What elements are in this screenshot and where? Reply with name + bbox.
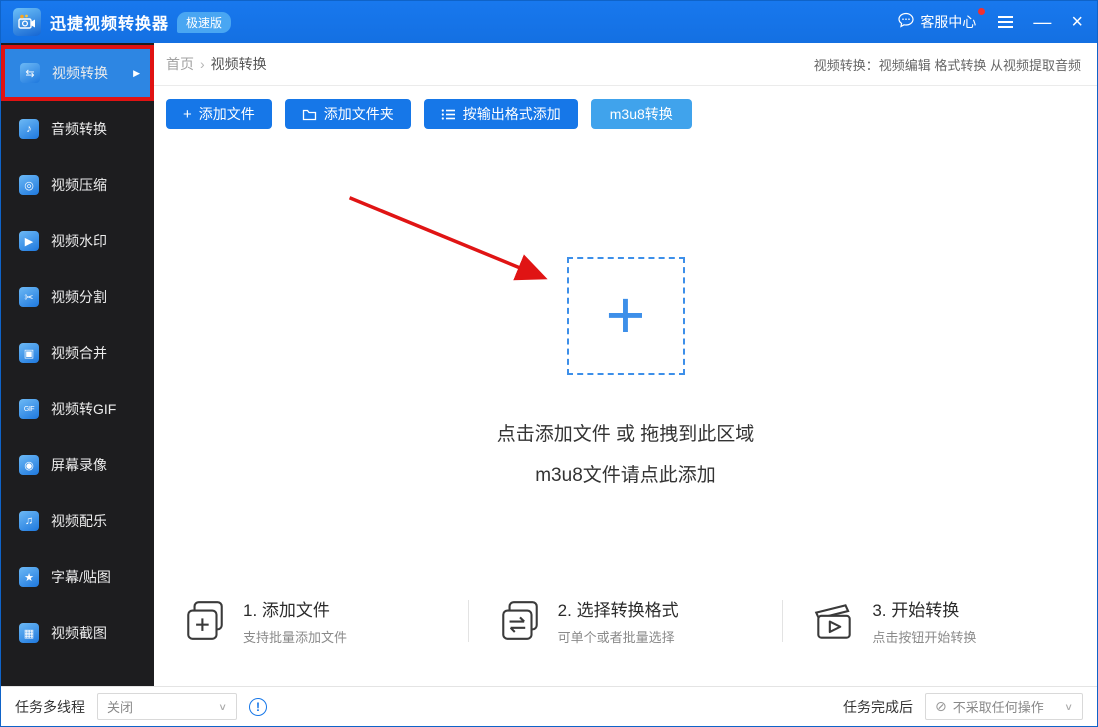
sidebar-item-label: 屏幕录像 — [51, 455, 107, 475]
step-start-convert: 3. 开始转换 点击按钮开始转换 — [783, 596, 1097, 646]
sidebar-item-label: 视频分割 — [51, 287, 107, 307]
after-task-select[interactable]: ⊘ 不采取任何操作 ∨ — [925, 693, 1083, 720]
titlebar: 迅捷视频转换器 极速版 客服中心 — × — [1, 1, 1097, 43]
step-desc: 支持批量添加文件 — [243, 627, 347, 646]
start-convert-step-icon — [811, 598, 857, 644]
dropzone-plus-icon: + — [606, 285, 646, 346]
add-by-format-button[interactable]: 按输出格式添加 — [424, 99, 578, 129]
app-title: 迅捷视频转换器 — [50, 10, 169, 34]
app-logo-icon — [13, 8, 41, 36]
add-file-step-icon — [182, 598, 228, 644]
sidebar-item-video-to-gif[interactable]: GIF 视频转GIF — [1, 381, 154, 437]
sidebar-item-label: 视频转GIF — [51, 399, 116, 419]
sidebar-item-label: 音频转换 — [51, 119, 107, 139]
chevron-down-icon: ∨ — [218, 701, 227, 712]
edition-badge: 极速版 — [177, 12, 231, 33]
step-title: 2. 选择转换格式 — [558, 596, 679, 621]
file-drop-zone[interactable]: + — [567, 257, 685, 375]
active-arrow-icon: ▶ — [133, 68, 140, 79]
multithread-value: 关闭 — [107, 697, 133, 716]
dropzone-hint-line2: m3u8文件请点此添加 — [154, 460, 1097, 487]
multithread-select[interactable]: 关闭 ∨ — [97, 693, 237, 720]
service-center-label: 客服中心 — [920, 12, 976, 32]
dropzone-hint-line1: 点击添加文件 或 拖拽到此区域 — [154, 419, 1097, 446]
sidebar-item-label: 视频水印 — [51, 231, 107, 251]
sidebar-item-video-compress[interactable]: ◎ 视频压缩 — [1, 157, 154, 213]
folder-icon — [302, 108, 317, 121]
breadcrumb-current: 视频转换 — [211, 54, 267, 74]
video-split-icon: ✂ — [19, 287, 39, 307]
sidebar-item-subtitle-sticker[interactable]: ★ 字幕/贴图 — [1, 549, 154, 605]
video-snapshot-icon: ▦ — [19, 623, 39, 643]
screen-record-icon: ◉ — [19, 455, 39, 475]
minimize-button[interactable]: — — [1033, 13, 1051, 31]
video-music-icon: ♫ — [19, 511, 39, 531]
sidebar-item-video-split[interactable]: ✂ 视频分割 — [1, 269, 154, 325]
sidebar-item-label: 视频压缩 — [51, 175, 107, 195]
toolbar: + 添加文件 添加文件夹 按输出格式添加 — [154, 86, 1097, 129]
app-window: 迅捷视频转换器 极速版 客服中心 — × ⇆ 视频转换 ▶ ♪ — [0, 0, 1098, 727]
multithread-label: 任务多线程 — [15, 697, 85, 717]
step-choose-format: 2. 选择转换格式 可单个或者批量选择 — [469, 596, 783, 646]
subtitle-sticker-icon: ★ — [19, 567, 39, 587]
video-compress-icon: ◎ — [19, 175, 39, 195]
sidebar-item-label: 视频截图 — [51, 623, 107, 643]
notification-dot — [978, 8, 985, 15]
steps-row: 1. 添加文件 支持批量添加文件 2. 选择转换格式 可单个或者批量选择 — [154, 596, 1097, 646]
sidebar-item-label: 视频配乐 — [51, 511, 107, 531]
step-desc: 可单个或者批量选择 — [558, 627, 679, 646]
audio-convert-icon: ♪ — [19, 119, 39, 139]
add-folder-button[interactable]: 添加文件夹 — [285, 99, 411, 129]
sidebar-item-label: 字幕/贴图 — [51, 567, 111, 587]
close-button[interactable]: × — [1071, 12, 1083, 32]
sidebar-item-video-snapshot[interactable]: ▦ 视频截图 — [1, 605, 154, 661]
video-watermark-icon: ▶ — [19, 231, 39, 251]
hamburger-menu-icon[interactable] — [998, 16, 1013, 28]
plus-icon: + — [183, 107, 192, 122]
sidebar-item-video-music[interactable]: ♫ 视频配乐 — [1, 493, 154, 549]
chat-bubble-icon — [897, 11, 915, 34]
breadcrumb-separator: › — [200, 56, 205, 72]
video-merge-icon: ▣ — [19, 343, 39, 363]
statusbar: 任务多线程 关闭 ∨ ! 任务完成后 ⊘ 不采取任何操作 ∨ — [1, 686, 1097, 726]
sidebar-item-screen-record[interactable]: ◉ 屏幕录像 — [1, 437, 154, 493]
sidebar-item-video-watermark[interactable]: ▶ 视频水印 — [1, 213, 154, 269]
add-file-button[interactable]: + 添加文件 — [166, 99, 272, 129]
sidebar-item-audio-convert[interactable]: ♪ 音频转换 — [1, 101, 154, 157]
main-panel: 首页 › 视频转换 视频转换：视频编辑 格式转换 从视频提取音频 + 添加文件 … — [154, 43, 1097, 686]
step-title: 3. 开始转换 — [872, 596, 976, 621]
sidebar-item-label: 视频合并 — [51, 343, 107, 363]
sidebar-item-video-convert[interactable]: ⇆ 视频转换 ▶ — [1, 45, 154, 101]
video-convert-icon: ⇆ — [20, 63, 40, 83]
after-task-label: 任务完成后 — [843, 697, 913, 717]
step-add-file: 1. 添加文件 支持批量添加文件 — [154, 596, 468, 646]
feature-hint-text: 视频转换：视频编辑 格式转换 从视频提取音频 — [814, 55, 1081, 74]
breadcrumb: 首页 › 视频转换 视频转换：视频编辑 格式转换 从视频提取音频 — [154, 43, 1097, 86]
sidebar-item-video-merge[interactable]: ▣ 视频合并 — [1, 325, 154, 381]
sidebar-item-label: 视频转换 — [52, 63, 108, 83]
service-center-button[interactable]: 客服中心 — [897, 11, 976, 34]
step-title: 1. 添加文件 — [243, 596, 347, 621]
step-desc: 点击按钮开始转换 — [872, 627, 976, 646]
list-icon — [441, 108, 456, 121]
chevron-down-icon: ∨ — [1064, 701, 1073, 712]
choose-format-step-icon — [497, 598, 543, 644]
sidebar: ⇆ 视频转换 ▶ ♪ 音频转换 ◎ 视频压缩 ▶ 视频水印 ✂ 视频分割 ▣ — [1, 43, 154, 686]
info-icon[interactable]: ! — [249, 698, 267, 716]
m3u8-convert-button[interactable]: m3u8转换 — [591, 99, 692, 129]
no-action-icon: ⊘ — [935, 698, 947, 715]
after-task-value: 不采取任何操作 — [953, 697, 1044, 716]
video-to-gif-icon: GIF — [19, 399, 39, 419]
breadcrumb-home[interactable]: 首页 — [166, 54, 194, 74]
